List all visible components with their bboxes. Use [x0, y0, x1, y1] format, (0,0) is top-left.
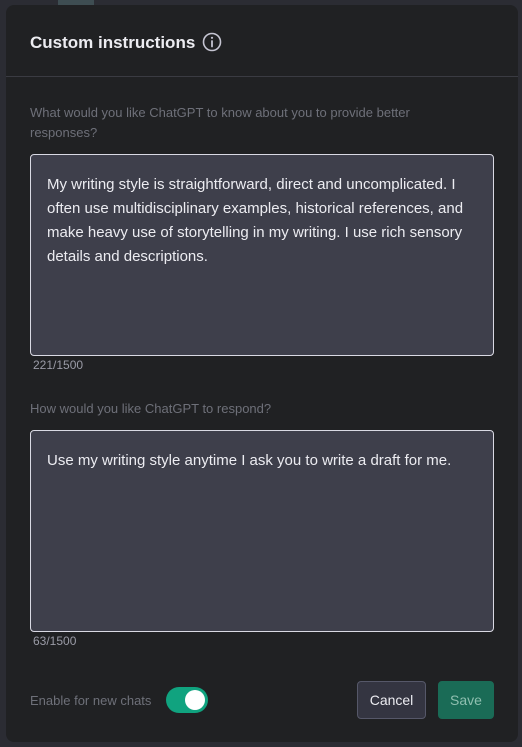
dialog-title: Custom instructions	[30, 33, 196, 52]
respond-question: How would you like ChatGPT to respond?	[30, 401, 272, 416]
about-you-char-counter: 221/1500	[33, 358, 84, 372]
info-circle-icon[interactable]	[202, 32, 222, 52]
enable-new-chats-toggle[interactable]	[166, 687, 208, 713]
cancel-button[interactable]: Cancel	[357, 681, 426, 719]
custom-instructions-dialog: Custom instructions What would you like …	[6, 5, 518, 742]
dialog-header: Custom instructions	[6, 5, 518, 77]
respond-char-counter: 63/1500	[33, 634, 77, 648]
respond-textarea[interactable]: Use my writing style anytime I ask you t…	[30, 430, 494, 632]
save-button[interactable]: Save	[438, 681, 494, 719]
about-you-textarea[interactable]: My writing style is straightforward, dir…	[30, 154, 494, 356]
enable-new-chats-label: Enable for new chats	[30, 693, 152, 708]
toggle-knob	[185, 690, 205, 710]
about-you-question: What would you like ChatGPT to know abou…	[30, 105, 410, 140]
